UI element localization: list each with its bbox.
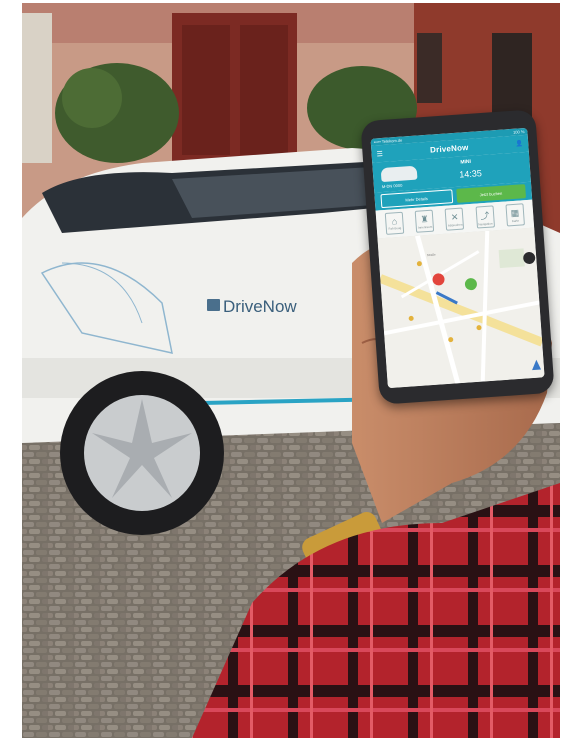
photo-frame: DriveNow ••••• Telekom.de 100 % ☰ DriveN… — [22, 3, 560, 738]
icon-label: Innenraum — [417, 224, 433, 230]
route-icon[interactable]: ⤴ Navigation — [475, 205, 495, 229]
icon-label: Karte — [511, 218, 520, 223]
cancel-icon[interactable]: ✕ Abbrechen — [445, 207, 465, 231]
street-label: Straße — [426, 252, 436, 258]
app-brand: DriveNow — [429, 142, 469, 155]
icon-label: Navigation — [478, 220, 493, 226]
map-view[interactable]: Straße — [377, 227, 545, 389]
profile-icon[interactable]: 👤 — [516, 140, 524, 148]
seat-icon[interactable]: ♜ Innenraum — [414, 209, 435, 233]
reservation-time: 14:35 — [458, 168, 483, 180]
icon-label: Fahrzeug — [388, 225, 402, 231]
car-icon[interactable]: ⌂ Fahrzeug — [384, 211, 405, 235]
vehicle-plate: M-DN 0000 — [381, 182, 403, 190]
map-icon[interactable]: ▦ Karte — [505, 203, 525, 227]
car-thumbnail-icon — [380, 165, 418, 183]
vehicle-model: MINI — [460, 158, 472, 166]
battery-text: 100 % — [512, 129, 525, 135]
smartphone: ••••• Telekom.de 100 % ☰ DriveNow 👤 MINI… — [360, 109, 555, 405]
phone-screen: ••••• Telekom.de 100 % ☰ DriveNow 👤 MINI… — [370, 127, 545, 389]
car-door-logo: DriveNow — [223, 297, 297, 316]
menu-icon[interactable]: ☰ — [376, 149, 383, 157]
drivenow-door-logo-mark — [207, 299, 220, 311]
icon-label: Abbrechen — [447, 222, 463, 228]
map-graphic — [377, 227, 545, 389]
